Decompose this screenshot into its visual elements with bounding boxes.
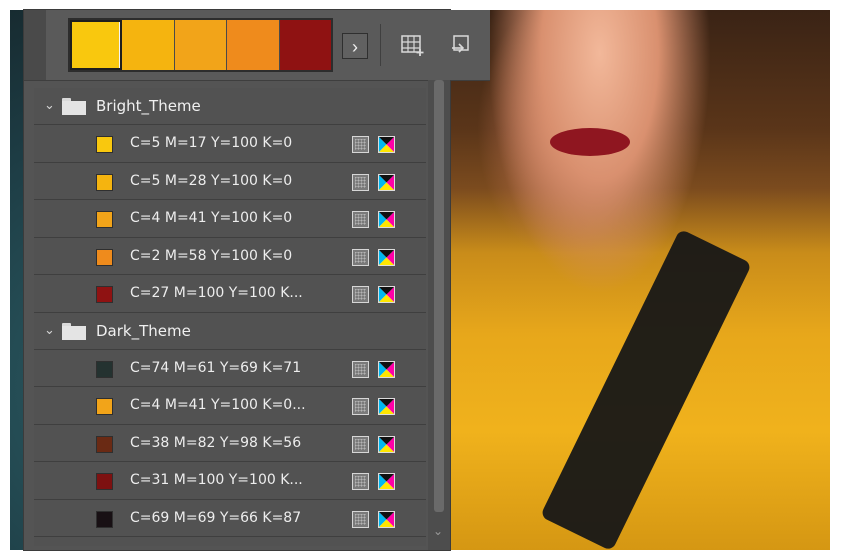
- swatch-group-row[interactable]: ⌄ Bright_Theme: [34, 88, 426, 125]
- swatch-label: C=74 M=61 Y=69 K=71: [130, 359, 302, 376]
- new-swatch-group-icon[interactable]: [398, 30, 428, 60]
- cmyk-icon: [378, 248, 395, 266]
- grid-icon: [352, 136, 369, 153]
- cmyk-icon: [378, 360, 395, 378]
- grid-icon: [352, 248, 369, 266]
- cmyk-icon: [378, 473, 395, 490]
- panel-scrollbar[interactable]: ⌄: [428, 80, 450, 550]
- recent-swatch-2[interactable]: [122, 20, 175, 70]
- scroll-down-icon[interactable]: ⌄: [433, 524, 443, 538]
- swatch-label: C=69 M=69 Y=66 K=87: [130, 509, 302, 526]
- folder-icon: [62, 322, 86, 340]
- swatch-color-chip[interactable]: [96, 398, 113, 415]
- cmyk-icon: [378, 286, 395, 303]
- toolbar-separator: [380, 24, 381, 66]
- grid-icon: [352, 360, 369, 378]
- grid-icon: [352, 398, 369, 415]
- chevron-down-icon[interactable]: ⌄: [44, 323, 58, 338]
- swatch-color-chip[interactable]: [96, 473, 113, 490]
- swatch-row[interactable]: C=69 M=69 Y=66 K=87: [34, 500, 426, 537]
- scrollbar-thumb[interactable]: [434, 80, 444, 512]
- chevron-down-icon[interactable]: ⌄: [44, 99, 58, 113]
- folder-icon: [62, 98, 86, 115]
- swatch-label: C=5 M=17 Y=100 K=0: [130, 135, 293, 151]
- swatch-row[interactable]: C=5 M=17 Y=100 K=0: [34, 125, 426, 163]
- recent-swatch-1[interactable]: [70, 20, 123, 70]
- recent-swatch-5[interactable]: [279, 20, 332, 70]
- swatches-panel: › ⌄ Bright_Theme C=5 M=17 Y=100 K=0 C=5 …: [24, 10, 490, 550]
- swatch-list: ⌄ Bright_Theme C=5 M=17 Y=100 K=0 C=5 M=…: [34, 88, 426, 546]
- recent-swatch-3[interactable]: [174, 20, 228, 70]
- cmyk-icon: [378, 173, 395, 191]
- swatch-label: C=5 M=28 Y=100 K=0: [130, 172, 293, 189]
- swatch-row[interactable]: C=27 M=100 Y=100 K...: [34, 275, 426, 313]
- swatch-color-chip[interactable]: [96, 360, 113, 378]
- import-swatches-icon[interactable]: [446, 30, 476, 60]
- swatch-color-chip[interactable]: [96, 211, 113, 228]
- grid-icon: [352, 211, 369, 228]
- grid-icon: [352, 510, 369, 528]
- cmyk-icon: [378, 510, 395, 528]
- swatch-label: C=27 M=100 Y=100 K...: [130, 285, 303, 301]
- swatch-color-chip[interactable]: [96, 286, 113, 303]
- swatch-row[interactable]: C=31 M=100 Y=100 K...: [34, 462, 426, 500]
- swatch-label: C=38 M=82 Y=98 K=56: [130, 434, 302, 451]
- recent-swatch-4[interactable]: [227, 20, 280, 70]
- group-name: Dark_Theme: [96, 321, 191, 340]
- swatch-row[interactable]: C=4 M=41 Y=100 K=0: [34, 200, 426, 238]
- swatch-label: C=31 M=100 Y=100 K...: [130, 472, 303, 488]
- swatch-color-chip[interactable]: [96, 173, 113, 191]
- swatch-row[interactable]: C=4 M=41 Y=100 K=0...: [34, 387, 426, 425]
- recent-swatches: [68, 18, 333, 72]
- swatch-label: C=2 M=58 Y=100 K=0: [130, 247, 293, 264]
- swatch-color-chip[interactable]: [96, 435, 113, 453]
- swatch-color-chip[interactable]: [96, 248, 113, 266]
- cmyk-icon: [378, 435, 395, 453]
- panel-toolbar: ›: [24, 10, 490, 80]
- group-name: Bright_Theme: [96, 97, 201, 115]
- panel-grip[interactable]: [24, 10, 46, 80]
- swatch-row[interactable]: C=74 M=61 Y=69 K=71: [34, 350, 426, 387]
- swatch-label: C=4 M=41 Y=100 K=0...: [130, 397, 306, 413]
- cmyk-icon: [378, 136, 395, 153]
- swatch-row[interactable]: C=2 M=58 Y=100 K=0: [34, 238, 426, 275]
- swatch-row[interactable]: C=5 M=28 Y=100 K=0: [34, 163, 426, 200]
- grid-icon: [352, 173, 369, 191]
- cmyk-icon: [378, 398, 395, 415]
- grid-icon: [352, 435, 369, 453]
- swatch-group-row[interactable]: ⌄ Dark_Theme: [34, 313, 426, 350]
- swatch-row[interactable]: C=38 M=82 Y=98 K=56: [34, 425, 426, 462]
- more-swatches-button[interactable]: ›: [342, 33, 368, 59]
- swatch-label: C=4 M=41 Y=100 K=0: [130, 210, 293, 226]
- swatch-color-chip[interactable]: [96, 136, 113, 153]
- portrait-image: [446, 10, 830, 550]
- cmyk-icon: [378, 211, 395, 228]
- grid-icon: [352, 286, 369, 303]
- grid-icon: [352, 473, 369, 490]
- swatch-color-chip[interactable]: [96, 510, 113, 528]
